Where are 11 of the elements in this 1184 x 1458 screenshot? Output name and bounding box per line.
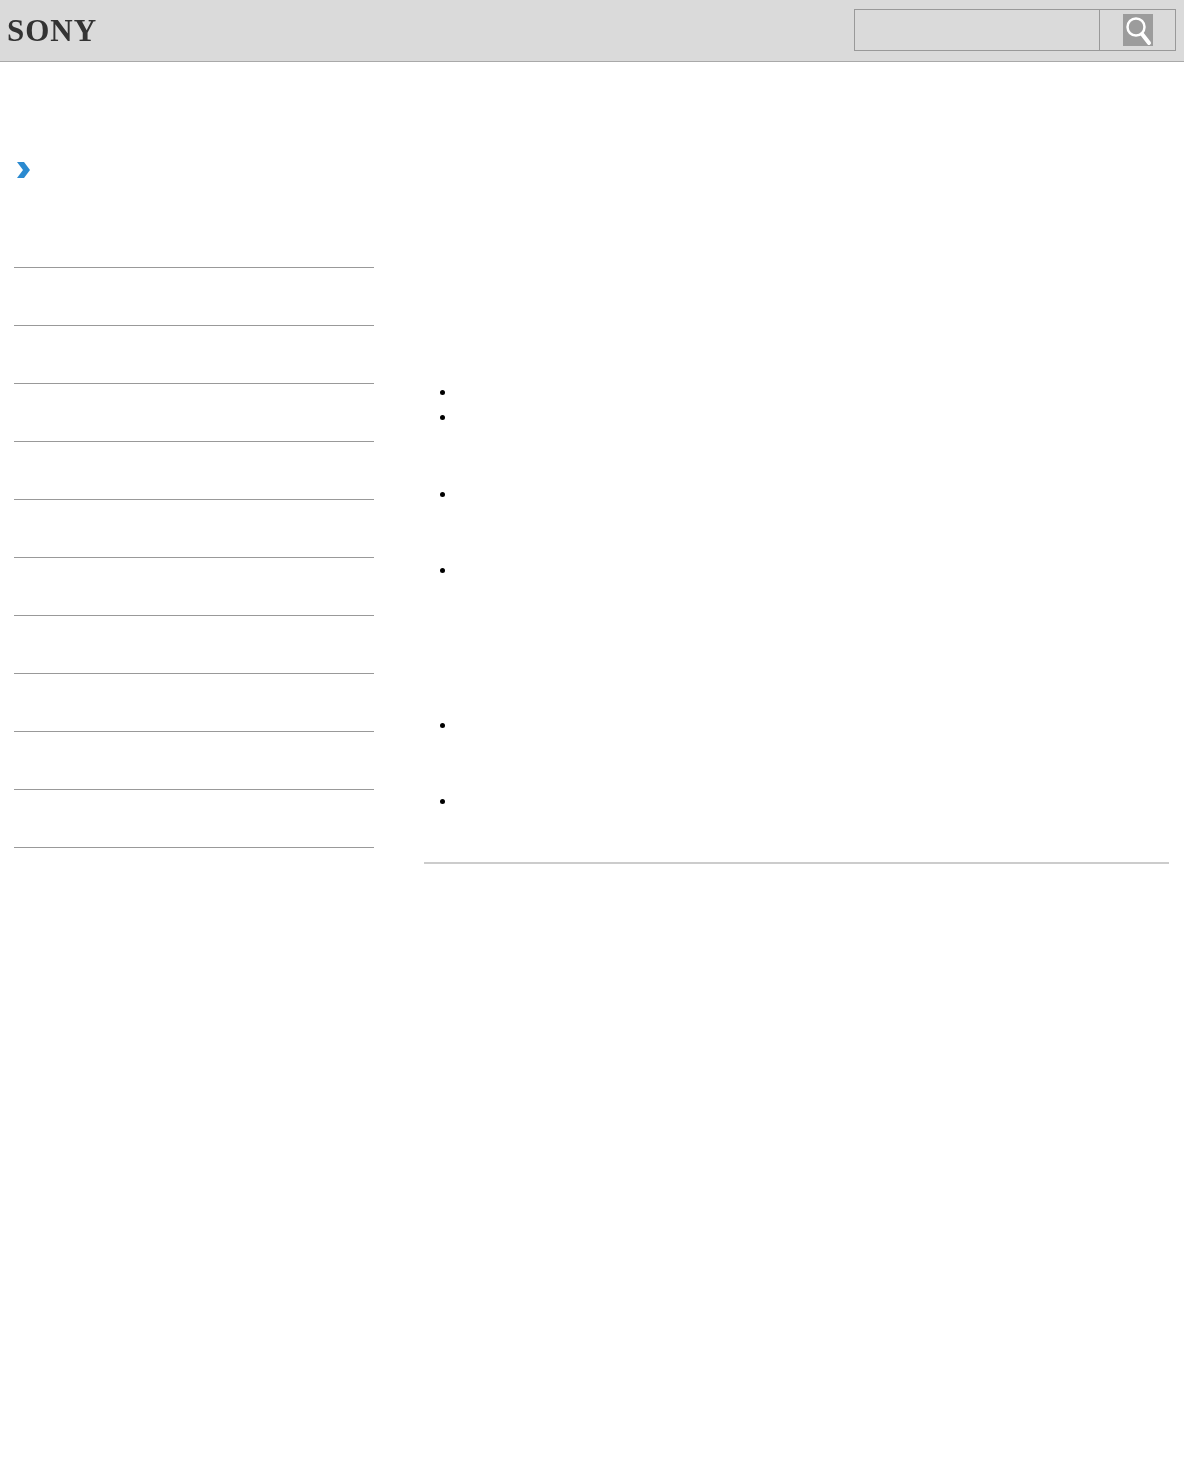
bullet-icon: [440, 492, 445, 497]
search-icon: [1122, 13, 1153, 46]
bullet-icon: [440, 799, 445, 804]
bullet-icon: [440, 415, 445, 420]
bullet-icon: [440, 723, 445, 728]
bullet-icon: [440, 568, 445, 573]
bullet-icon: [440, 390, 445, 395]
sony-logo: SONY: [7, 15, 98, 46]
chevron-icon: [14, 160, 32, 180]
search-button[interactable]: [1099, 8, 1176, 51]
search-field[interactable]: [854, 8, 1099, 51]
